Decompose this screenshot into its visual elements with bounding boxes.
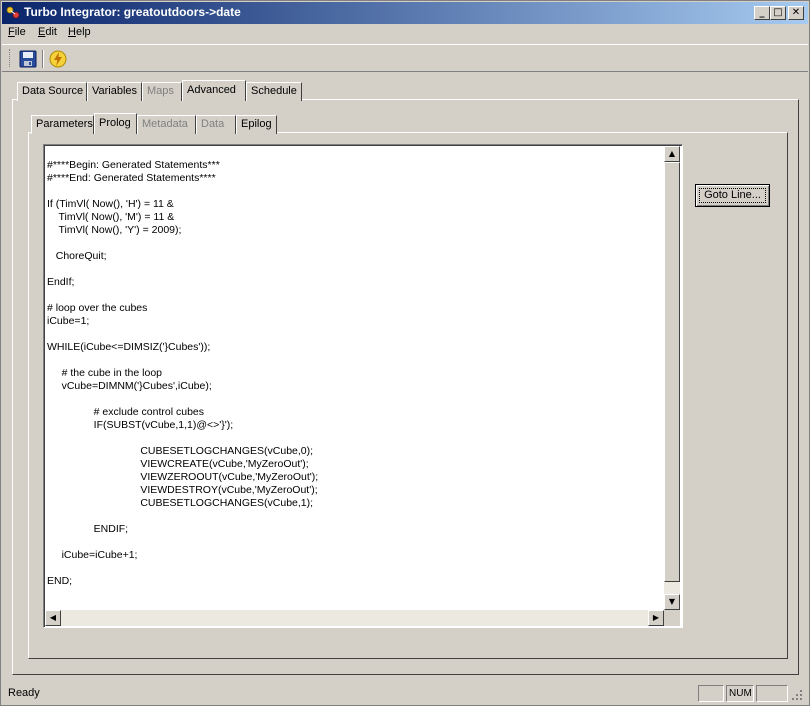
toolbar (2, 44, 808, 72)
status-pane-caps (698, 685, 724, 702)
turbo-integrator-window: Turbo Integrator: greatoutdoors->date _ … (0, 0, 810, 706)
menu-file[interactable]: File (8, 26, 26, 38)
scroll-left-button[interactable]: ◀ (45, 610, 61, 626)
prolog-code[interactable]: #****Begin: Generated Statements*** #***… (47, 159, 662, 609)
scrollbar-corner (664, 610, 680, 626)
lightning-icon (49, 50, 67, 68)
run-button[interactable] (48, 49, 68, 69)
minimize-button[interactable]: _ (754, 6, 770, 20)
scroll-up-button[interactable]: ▲ (664, 146, 680, 162)
app-icon (6, 6, 20, 19)
menu-file-label: ile (14, 26, 26, 38)
tab-data-source[interactable]: Data Source (17, 82, 87, 101)
vertical-scrollbar[interactable]: ▲ ▼ (664, 146, 680, 610)
scroll-right-button[interactable]: ▶ (648, 610, 664, 626)
save-button[interactable] (18, 49, 38, 69)
toolbar-grip[interactable] (9, 49, 12, 67)
tab-maps[interactable]: Maps (142, 82, 182, 101)
menu-edit-label: dit (45, 26, 57, 38)
tab-metadata[interactable]: Metadata (137, 115, 196, 134)
window-title: Turbo Integrator: greatoutdoors->date (24, 5, 241, 19)
status-pane-scroll (756, 685, 788, 702)
menu-bar: File Edit Help (2, 24, 808, 43)
status-text: Ready (8, 687, 40, 699)
vertical-scroll-thumb[interactable] (664, 162, 680, 582)
menu-help-mnemonic: H (68, 26, 76, 38)
tab-schedule[interactable]: Schedule (246, 82, 302, 101)
status-pane-num: NUM (726, 685, 754, 702)
title-bar[interactable]: Turbo Integrator: greatoutdoors->date _ … (2, 2, 808, 24)
close-button[interactable]: ✕ (788, 6, 804, 20)
status-bar: Ready NUM (2, 683, 808, 705)
menu-edit[interactable]: Edit (38, 26, 57, 38)
tab-advanced[interactable]: Advanced (182, 80, 246, 101)
horizontal-scrollbar[interactable]: ◀ ▶ (45, 610, 664, 626)
menu-file-mnemonic: F (8, 26, 15, 38)
code-editor[interactable]: #****Begin: Generated Statements*** #***… (43, 144, 683, 628)
tab-variables[interactable]: Variables (87, 82, 142, 101)
tab-parameters[interactable]: Parameters (31, 115, 94, 134)
focus-rectangle (699, 188, 766, 203)
maximize-button[interactable]: □ (770, 6, 786, 20)
menu-help-label: elp (75, 26, 91, 38)
floppy-disk-icon (19, 50, 37, 68)
tab-prolog[interactable]: Prolog (94, 113, 137, 134)
goto-line-button[interactable]: Goto Line... (695, 184, 770, 207)
resize-grip-icon[interactable] (791, 689, 803, 701)
toolbar-separator (42, 50, 44, 68)
scroll-down-button[interactable]: ▼ (664, 594, 680, 610)
tab-epilog[interactable]: Epilog (236, 115, 277, 134)
menu-help[interactable]: Help (68, 26, 91, 38)
tab-data[interactable]: Data (196, 115, 236, 134)
